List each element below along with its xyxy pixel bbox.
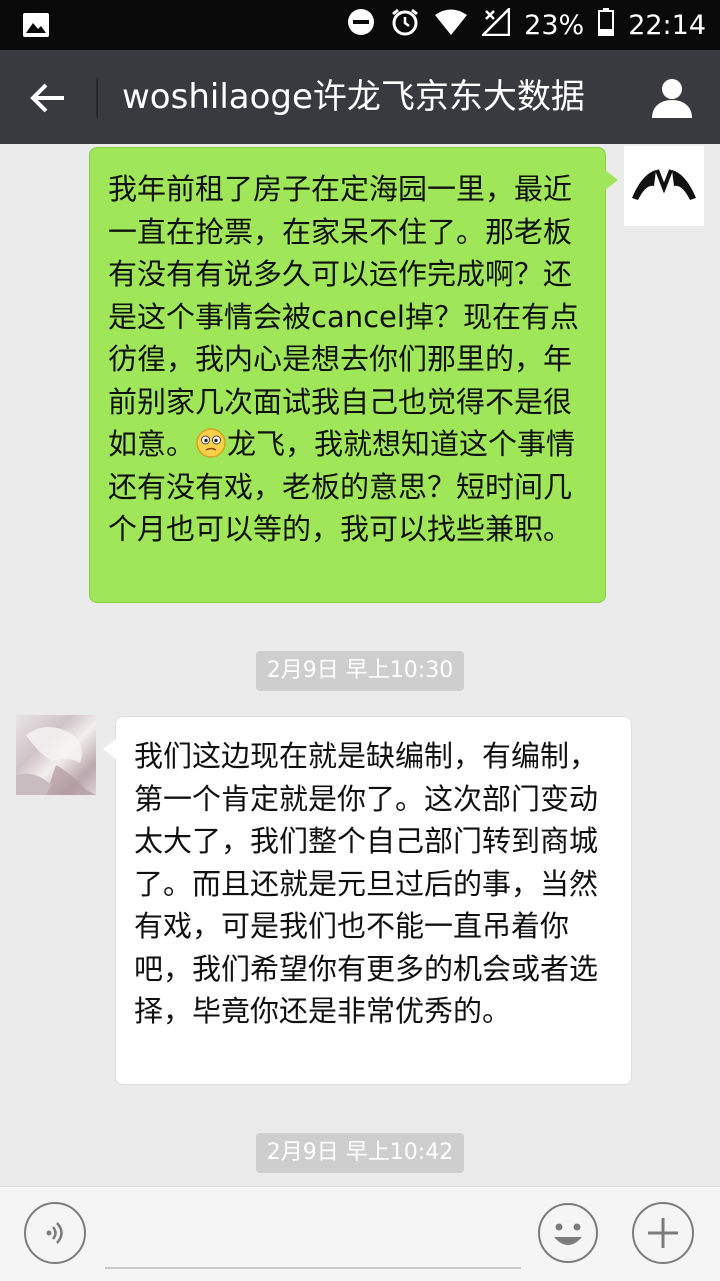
chat-info-button[interactable]: [644, 70, 700, 126]
timestamp: 2月9日 早上10:30: [0, 651, 720, 691]
clock: 22:14: [628, 9, 706, 41]
timestamp-label: 2月9日 早上10:42: [255, 1133, 465, 1173]
battery-percent: 23%: [524, 9, 585, 41]
timestamp: 2月9日 早上10:42: [0, 1133, 720, 1173]
message-text: 我年前租了房子在定海园一里，最近一直在抢票，在家呆不住了。那老板有没有有说多久可…: [108, 172, 579, 461]
chat-title: woshilaoge许龙飞京东大数据: [122, 77, 585, 117]
voice-button[interactable]: [24, 1202, 86, 1264]
smiley-icon: [538, 1203, 598, 1263]
back-button[interactable]: [22, 72, 74, 124]
header-divider: [96, 78, 98, 118]
message-input[interactable]: [105, 1205, 521, 1269]
arrow-left-icon: [30, 83, 64, 113]
confused-emoji-icon: [195, 427, 227, 459]
person-icon: [652, 79, 692, 118]
timestamp-label: 2月9日 早上10:30: [255, 651, 465, 691]
outgoing-message[interactable]: 我年前租了房子在定海园一里，最近一直在抢票，在家呆不住了。那老板有没有有说多久可…: [89, 147, 618, 603]
emoji-button[interactable]: [537, 1202, 599, 1264]
more-button[interactable]: [632, 1202, 694, 1264]
input-bar: [0, 1186, 720, 1281]
my-avatar[interactable]: [624, 146, 704, 226]
chat-header: woshilaoge许龙飞京东大数据: [0, 50, 720, 144]
status-bar: 23% 22:14: [0, 0, 720, 50]
plus-icon: [648, 1218, 678, 1248]
alarm-icon: [390, 7, 420, 44]
image-icon: [22, 12, 50, 42]
incoming-message[interactable]: 我们这边现在就是缺编制，有编制，第一个肯定就是你了。这次部门变动太大了，我们整个…: [103, 716, 632, 1085]
no-signal-icon: [480, 5, 511, 43]
wifi-icon: [434, 8, 468, 43]
voice-icon: [46, 1222, 63, 1244]
battery-icon: [598, 7, 615, 43]
message-text: 我们这边现在就是缺编制，有编制，第一个肯定就是你了。这次部门变动太大了，我们整个…: [134, 739, 599, 1028]
do-not-disturb-icon: [346, 7, 376, 44]
contact-avatar[interactable]: [16, 715, 96, 795]
